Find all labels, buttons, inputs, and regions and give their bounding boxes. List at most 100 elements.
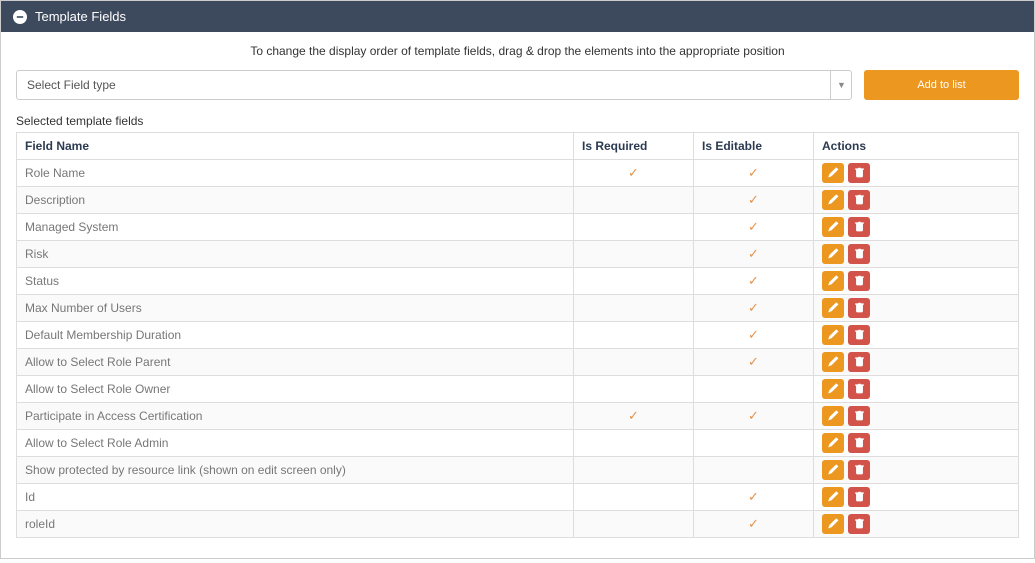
- trash-icon: [854, 463, 865, 478]
- cell-field-name: Role Name: [17, 160, 574, 187]
- edit-button[interactable]: [822, 217, 844, 237]
- edit-button[interactable]: [822, 244, 844, 264]
- edit-button[interactable]: [822, 406, 844, 426]
- delete-button[interactable]: [848, 163, 870, 183]
- edit-button[interactable]: [822, 514, 844, 534]
- edit-button[interactable]: [822, 433, 844, 453]
- pencil-icon: [828, 409, 839, 424]
- controls-row: Select Field type ▼ Add to list: [16, 70, 1019, 100]
- delete-button[interactable]: [848, 406, 870, 426]
- edit-button[interactable]: [822, 271, 844, 291]
- header-actions: Actions: [814, 133, 1019, 160]
- cell-is-editable: ✓: [694, 322, 814, 349]
- table-row[interactable]: Allow to Select Role Parent ✓: [17, 349, 1019, 376]
- delete-button[interactable]: [848, 271, 870, 291]
- cell-actions: [814, 484, 1019, 511]
- add-to-list-button[interactable]: Add to list: [864, 70, 1019, 100]
- edit-button[interactable]: [822, 487, 844, 507]
- edit-button[interactable]: [822, 352, 844, 372]
- table-row[interactable]: Id ✓: [17, 484, 1019, 511]
- trash-icon: [854, 436, 865, 451]
- cell-is-editable: ✓: [694, 403, 814, 430]
- table-row[interactable]: Role Name ✓ ✓: [17, 160, 1019, 187]
- check-icon: ✓: [582, 408, 685, 424]
- check-icon: ✓: [702, 354, 805, 370]
- pencil-icon: [828, 382, 839, 397]
- cell-is-editable: ✓: [694, 295, 814, 322]
- delete-button[interactable]: [848, 325, 870, 345]
- check-icon: ✓: [702, 408, 805, 424]
- cell-actions: [814, 214, 1019, 241]
- trash-icon: [854, 220, 865, 235]
- table-row[interactable]: Default Membership Duration ✓: [17, 322, 1019, 349]
- cell-field-name: Max Number of Users: [17, 295, 574, 322]
- delete-button[interactable]: [848, 352, 870, 372]
- cell-field-name: roleId: [17, 511, 574, 538]
- trash-icon: [854, 409, 865, 424]
- delete-button[interactable]: [848, 487, 870, 507]
- cell-is-editable: ✓: [694, 160, 814, 187]
- delete-button[interactable]: [848, 298, 870, 318]
- cell-is-editable: [694, 376, 814, 403]
- table-row[interactable]: Status ✓: [17, 268, 1019, 295]
- table-row[interactable]: Allow to Select Role Admin: [17, 430, 1019, 457]
- pencil-icon: [828, 274, 839, 289]
- table-row[interactable]: Allow to Select Role Owner: [17, 376, 1019, 403]
- table-row[interactable]: Max Number of Users ✓: [17, 295, 1019, 322]
- collapse-icon[interactable]: [13, 10, 27, 24]
- panel-header: Template Fields: [1, 1, 1034, 32]
- trash-icon: [854, 328, 865, 343]
- trash-icon: [854, 247, 865, 262]
- check-icon: ✓: [582, 165, 685, 181]
- edit-button[interactable]: [822, 190, 844, 210]
- cell-is-required: [574, 511, 694, 538]
- check-icon: ✓: [702, 165, 805, 181]
- edit-button[interactable]: [822, 460, 844, 480]
- check-icon: ✓: [702, 246, 805, 262]
- pencil-icon: [828, 436, 839, 451]
- cell-actions: [814, 295, 1019, 322]
- cell-field-name: Default Membership Duration: [17, 322, 574, 349]
- delete-button[interactable]: [848, 244, 870, 264]
- pencil-icon: [828, 463, 839, 478]
- pencil-icon: [828, 517, 839, 532]
- check-icon: ✓: [702, 300, 805, 316]
- cell-field-name: Managed System: [17, 214, 574, 241]
- instruction-text: To change the display order of template …: [16, 44, 1019, 58]
- table-row[interactable]: Risk✓: [17, 241, 1019, 268]
- delete-button[interactable]: [848, 217, 870, 237]
- cell-actions: [814, 349, 1019, 376]
- trash-icon: [854, 517, 865, 532]
- check-icon: ✓: [702, 489, 805, 505]
- delete-button[interactable]: [848, 190, 870, 210]
- cell-field-name: Id: [17, 484, 574, 511]
- cell-is-editable: ✓: [694, 268, 814, 295]
- delete-button[interactable]: [848, 460, 870, 480]
- delete-button[interactable]: [848, 433, 870, 453]
- table-header-row: Field Name Is Required Is Editable Actio…: [17, 133, 1019, 160]
- cell-field-name: Allow to Select Role Parent: [17, 349, 574, 376]
- table-row[interactable]: Managed System ✓: [17, 214, 1019, 241]
- cell-is-editable: [694, 430, 814, 457]
- pencil-icon: [828, 328, 839, 343]
- cell-is-required: [574, 376, 694, 403]
- table-row[interactable]: Description✓: [17, 187, 1019, 214]
- delete-button[interactable]: [848, 379, 870, 399]
- cell-is-required: [574, 349, 694, 376]
- edit-button[interactable]: [822, 298, 844, 318]
- cell-is-required: [574, 268, 694, 295]
- trash-icon: [854, 166, 865, 181]
- cell-actions: [814, 403, 1019, 430]
- edit-button[interactable]: [822, 379, 844, 399]
- table-row[interactable]: roleId✓: [17, 511, 1019, 538]
- table-row[interactable]: Participate in Access Certification✓✓: [17, 403, 1019, 430]
- cell-is-required: ✓: [574, 403, 694, 430]
- check-icon: ✓: [702, 219, 805, 235]
- table-row[interactable]: Show protected by resource link (shown o…: [17, 457, 1019, 484]
- template-fields-table: Field Name Is Required Is Editable Actio…: [16, 132, 1019, 538]
- delete-button[interactable]: [848, 514, 870, 534]
- cell-field-name: Status: [17, 268, 574, 295]
- field-type-select[interactable]: Select Field type: [16, 70, 852, 100]
- edit-button[interactable]: [822, 163, 844, 183]
- edit-button[interactable]: [822, 325, 844, 345]
